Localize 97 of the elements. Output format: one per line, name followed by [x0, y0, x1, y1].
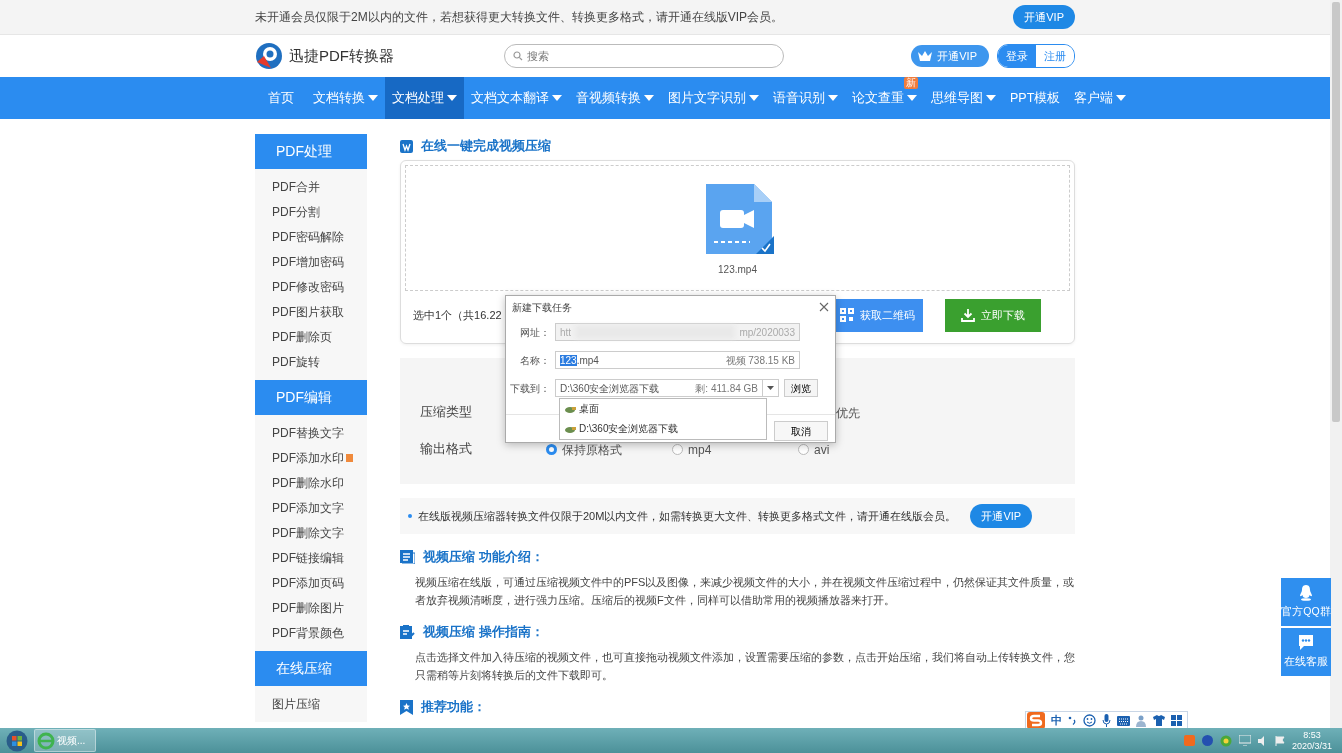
field-label: 下载到：: [510, 381, 551, 396]
section-heading: 视频压缩 功能介绍：: [423, 548, 544, 567]
cancel-button[interactable]: 取消: [774, 421, 828, 441]
file-size: 视频 738.15 KB: [725, 353, 795, 368]
search-field[interactable]: 搜索: [504, 44, 784, 68]
free-space: 剩: 411.84 GB: [695, 381, 758, 396]
selection-info: 选中1个（共16.22: [413, 307, 502, 323]
penguin-icon: [1298, 584, 1314, 602]
caret-icon: [749, 95, 759, 101]
nav-item[interactable]: 文档处理: [385, 77, 464, 119]
url-start: htt: [560, 325, 572, 340]
download-icon: [961, 308, 975, 322]
globe-icon[interactable]: [1219, 734, 1232, 747]
help-icon[interactable]: [1201, 735, 1213, 746]
monitor-icon[interactable]: [1238, 735, 1251, 746]
sidebar-item[interactable]: 图片压缩: [255, 691, 367, 716]
sidebar-item[interactable]: PDF添加页码: [255, 570, 367, 595]
caret-icon: [767, 386, 774, 390]
new-badge: 新: [904, 77, 918, 89]
option-label: 输出格式: [420, 441, 473, 459]
notice-text: 在线版视频压缩器转换文件仅限于20M以内文件，如需转换更大文件、转换更多格式文件，请开通在线版会员。: [418, 508, 957, 524]
path-field[interactable]: D:\360安全浏览器下载 剩: 411.84 GB: [555, 379, 763, 397]
smiley-icon[interactable]: [1083, 714, 1096, 727]
chat-icon: [1297, 634, 1315, 652]
close-button[interactable]: [819, 302, 829, 312]
browser-icon: [37, 731, 55, 750]
dropdown-button[interactable]: [763, 379, 779, 397]
flag-icon[interactable]: [1274, 735, 1285, 746]
drive-icon: [565, 405, 576, 413]
file-name: 123.mp4: [718, 262, 757, 277]
caret-icon: [447, 95, 457, 101]
sidebar-item[interactable]: PDF删除页: [255, 324, 367, 349]
section-heading: 推荐功能：: [421, 698, 486, 717]
qr-code-icon: [839, 308, 854, 322]
logo-text: 迅捷PDF转换器: [289, 45, 394, 66]
notice-text: 未开通会员仅限于2M以内的文件，若想获得更大转换文件、转换更多格式，请开通在线版VIP会员。: [255, 9, 783, 26]
sidebar-item[interactable]: PDF密码解除: [255, 224, 367, 249]
caret-icon: [907, 95, 917, 101]
caret-icon: [1116, 95, 1127, 101]
article-icon: [400, 550, 415, 564]
caret-icon: [986, 95, 996, 101]
browse-button[interactable]: 浏览: [784, 379, 818, 397]
close-icon: [819, 302, 829, 312]
caret-icon: [644, 95, 654, 101]
sidebar-item[interactable]: PDF链接编辑: [255, 545, 367, 570]
field-label: 名称：: [519, 353, 551, 368]
clipboard-icon: [400, 624, 415, 640]
radio-option[interactable]: avi: [798, 440, 924, 459]
sidebar-item[interactable]: PDF删除水印: [255, 470, 367, 495]
radio-option[interactable]: mp4: [672, 440, 798, 459]
logo-icon[interactable]: [255, 42, 283, 70]
person-icon[interactable]: [1136, 714, 1147, 727]
punctuation-icon[interactable]: [1068, 716, 1077, 725]
star-icon: [400, 699, 413, 715]
sidebar-item[interactable]: PDF替换文字: [255, 420, 367, 445]
radio-button[interactable]: [798, 444, 809, 455]
section-text: 视频压缩在线版，可通过压缩视频文件中的PFS以及图像，来减少视频文件的大小，并在视频文件压缩过程中，仍然保证其文件质量，或者放弃视频清晰度，进行强力压缩。压缩后的视频F文件，同样可以借助常用的视频播放器来打开。: [414, 575, 1075, 608]
caret-icon: [552, 95, 562, 101]
start-button-icon[interactable]: [6, 729, 28, 752]
sidebar-item[interactable]: PDF添加文字: [255, 495, 367, 520]
url-end: mp/2020033: [739, 325, 795, 340]
keyboard-icon[interactable]: [1117, 715, 1130, 726]
shirt-icon[interactable]: [1153, 715, 1165, 726]
sidebar-item[interactable]: PDF删除图片: [255, 595, 367, 620]
drop-zone[interactable]: 123.mp4: [405, 165, 1070, 291]
section-text: 点击选择文件加入待压缩的视频文件，也可直接拖动视频文件添加，设置需要压缩的参数，点击开始压缩，我们将自动上传转换文件，您只需稍等片刻将转换后的文件下载即可。: [414, 650, 1075, 683]
sidebar-item[interactable]: PDF分割: [255, 199, 367, 224]
vip-button[interactable]: 开通VIP: [970, 503, 1033, 529]
caret-icon: [368, 95, 378, 101]
sidebar-item[interactable]: PDF图片获取: [255, 299, 367, 324]
ime-mode[interactable]: 中: [1051, 712, 1062, 728]
path-text: D:\360安全浏览器下载: [560, 381, 660, 396]
file-name: 123.mp4: [560, 353, 599, 368]
sidebar-item[interactable]: PDF合并: [255, 174, 367, 199]
section-heading: 视频压缩 操作指南：: [423, 623, 544, 642]
scrollbar[interactable]: [1330, 0, 1342, 728]
bullet-icon: [408, 514, 412, 518]
crown-icon: [917, 50, 934, 62]
page-title: 在线一键完成视频压缩: [421, 137, 551, 156]
option-label: 压缩类型: [420, 404, 473, 422]
vip-button[interactable]: 开通VIP: [1013, 4, 1075, 30]
drive-icon: [565, 425, 576, 433]
caret-icon: [828, 95, 838, 101]
document-icon: [400, 139, 413, 153]
sidebar-item[interactable]: PDF背景颜色: [255, 620, 367, 645]
microphone-icon[interactable]: [1102, 714, 1111, 727]
sidebar-item[interactable]: PDF旋转: [255, 349, 367, 374]
sidebar-item[interactable]: PDF添加水印: [255, 445, 367, 470]
sidebar-item[interactable]: PDF删除文字: [255, 520, 367, 545]
field-label: 网址：: [519, 325, 551, 340]
sidebar-item[interactable]: PDF修改密码: [255, 274, 367, 299]
grid-icon[interactable]: [1171, 715, 1182, 726]
ime-logo-icon[interactable]: [1027, 712, 1045, 728]
dialog-title: 新建下载任务: [512, 300, 572, 315]
name-field[interactable]: 123.mp4 视频 738.15 KB: [555, 351, 800, 369]
radio-button[interactable]: [672, 444, 683, 455]
sidebar-item[interactable]: PDF增加密码: [255, 249, 367, 274]
